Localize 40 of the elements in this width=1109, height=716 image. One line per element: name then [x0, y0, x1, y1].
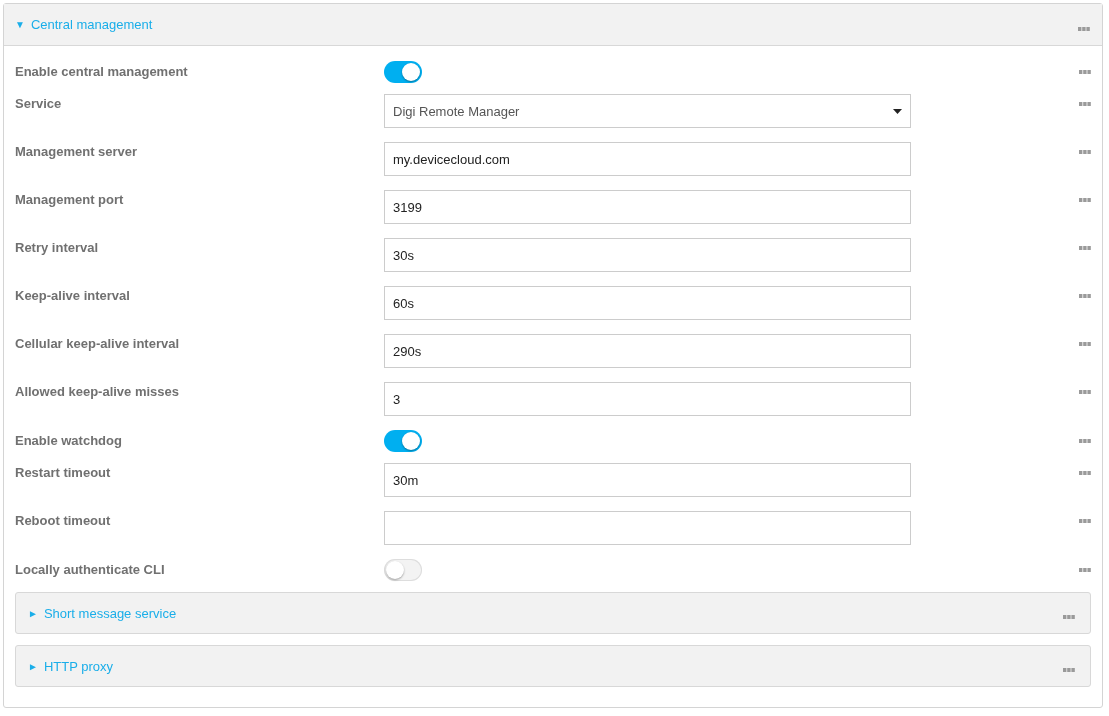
input-field[interactable] [384, 511, 911, 545]
input-field[interactable]: 290s [384, 334, 911, 368]
field-label: Keep-alive interval [15, 287, 131, 305]
field-label: Reboot timeout [15, 512, 112, 530]
more-options-icon[interactable] [1079, 342, 1091, 346]
field-label: Enable central management [15, 63, 189, 81]
more-options-icon[interactable] [1063, 668, 1075, 672]
field-label: Cellular keep-alive interval [15, 335, 181, 353]
field-label: Retry interval [15, 239, 100, 257]
more-options-icon[interactable] [1079, 102, 1091, 106]
field-label: Restart timeout [15, 464, 112, 482]
field-label: Enable watchdog [15, 432, 123, 450]
toggle-switch[interactable] [384, 559, 422, 581]
more-options-icon[interactable] [1079, 439, 1091, 443]
more-options-icon[interactable] [1078, 26, 1090, 31]
more-options-icon[interactable] [1079, 390, 1091, 394]
input-field[interactable]: 3 [384, 382, 911, 416]
more-options-icon[interactable] [1079, 70, 1091, 74]
more-options-icon[interactable] [1079, 246, 1091, 250]
more-options-icon[interactable] [1079, 294, 1091, 298]
input-field[interactable]: 3199 [384, 190, 911, 224]
more-options-icon[interactable] [1063, 615, 1075, 619]
dropdown[interactable]: Digi Remote Manager [384, 94, 911, 128]
field-label: Locally authenticate CLI [15, 561, 166, 579]
toggle-switch[interactable] [384, 430, 422, 452]
field-label: Service [15, 95, 63, 113]
toggle-switch[interactable] [384, 61, 422, 83]
more-options-icon[interactable] [1079, 198, 1091, 202]
more-options-icon[interactable] [1079, 519, 1091, 523]
field-label: Management port [15, 191, 125, 209]
input-field[interactable]: 30m [384, 463, 911, 497]
input-field[interactable]: 30s [384, 238, 911, 272]
input-field[interactable]: 60s [384, 286, 911, 320]
input-field[interactable]: my.devicecloud.com [384, 142, 911, 176]
field-label: Management server [15, 143, 139, 161]
more-options-icon[interactable] [1079, 568, 1091, 572]
field-label: Allowed keep-alive misses [15, 383, 181, 401]
more-options-icon[interactable] [1079, 471, 1091, 475]
more-options-icon[interactable] [1079, 150, 1091, 154]
caret-icon [893, 108, 902, 114]
